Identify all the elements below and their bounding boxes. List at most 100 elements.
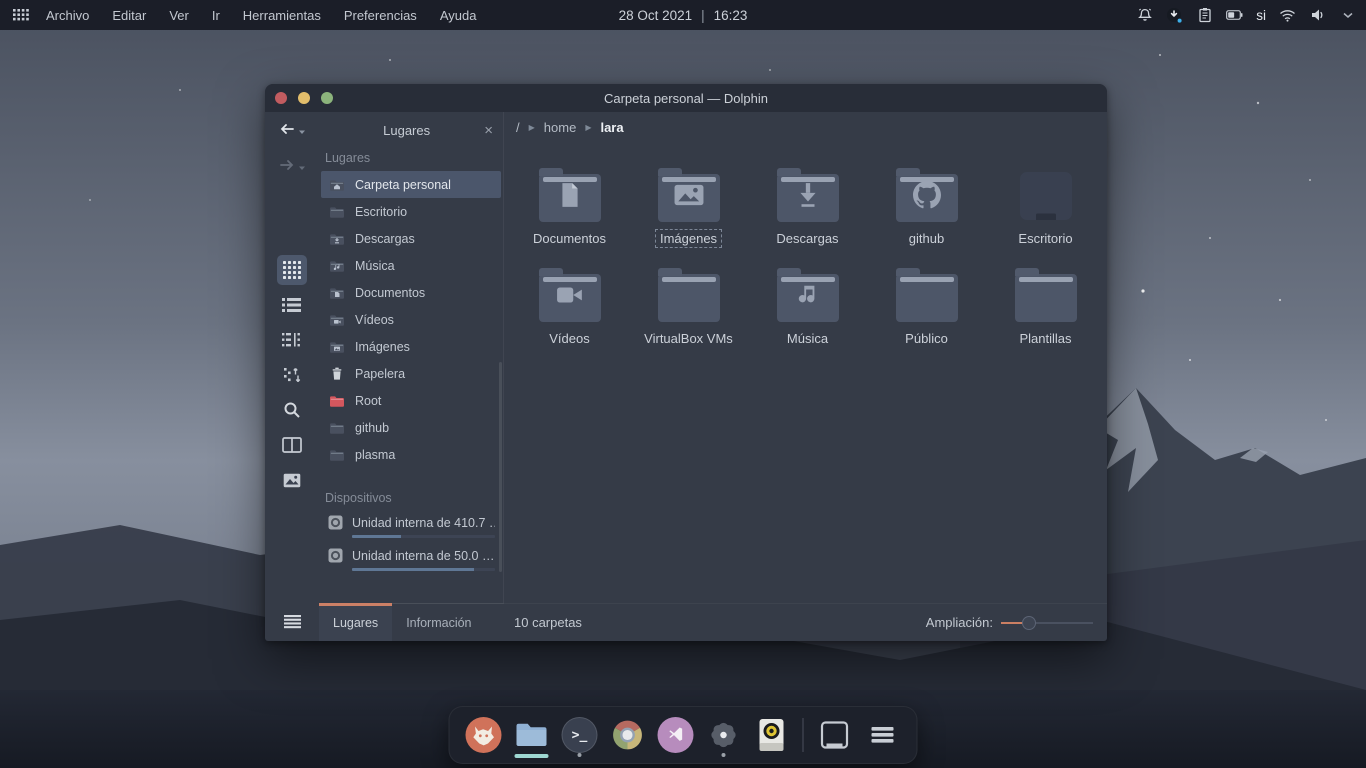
folder-descargas[interactable]: Descargas: [748, 160, 867, 260]
place-escritorio[interactable]: Escritorio: [321, 198, 501, 225]
places-panel-close-icon[interactable]: ×: [484, 123, 493, 138]
image-glyph-icon: [674, 184, 704, 206]
keyboard-layout-indicator[interactable]: si: [1256, 8, 1266, 23]
folder-musica[interactable]: Música: [748, 260, 867, 360]
system-tray: si: [1136, 7, 1356, 24]
zoom-slider-knob[interactable]: [1022, 616, 1036, 630]
sidebar-scrollbar[interactable]: [499, 362, 502, 572]
preview-button[interactable]: [277, 465, 307, 495]
place-musica[interactable]: Música: [321, 252, 501, 279]
device-internal-drive-2[interactable]: Unidad interna de 50.0 …: [319, 544, 503, 577]
place-imagenes[interactable]: Imágenes: [321, 333, 501, 360]
folder-label: Público: [900, 329, 953, 348]
search-button[interactable]: [277, 395, 307, 425]
place-carpeta-personal[interactable]: Carpeta personal: [321, 171, 501, 198]
tray-expander-chevron-icon[interactable]: [1339, 7, 1356, 24]
folder-icon: [329, 204, 345, 220]
drive-usage-bar: [352, 535, 495, 538]
view-mode-buttons: [277, 255, 307, 495]
places-panel-header: Lugares ×: [319, 118, 503, 142]
dock-code-editor[interactable]: [656, 712, 696, 758]
maximize-window-button[interactable]: [321, 92, 333, 104]
place-videos[interactable]: Vídeos: [321, 306, 501, 333]
running-indicator: [722, 753, 726, 757]
device-internal-drive-1[interactable]: Unidad interna de 410.7 …: [319, 511, 503, 544]
place-documentos[interactable]: Documentos: [321, 279, 501, 306]
places-section-label: Lugares: [319, 142, 503, 171]
menu-ver[interactable]: Ver: [167, 6, 191, 25]
dock-file-manager[interactable]: [512, 712, 552, 758]
clock[interactable]: 28 Oct 2021 | 16:23: [619, 0, 748, 30]
place-descargas[interactable]: Descargas: [321, 225, 501, 252]
dock-separator: [803, 718, 804, 752]
folder-github[interactable]: github: [867, 160, 986, 260]
zoom-slider[interactable]: [1001, 616, 1093, 630]
clock-date: 28 Oct 2021: [619, 8, 693, 23]
app-launcher-icon[interactable]: [10, 6, 32, 24]
place-root[interactable]: Root: [321, 387, 501, 414]
menu-preferencias[interactable]: Preferencias: [342, 6, 419, 25]
notifications-bell-icon[interactable]: [1136, 7, 1153, 24]
folder-videos[interactable]: Vídeos: [510, 260, 629, 360]
place-github[interactable]: github: [321, 414, 501, 441]
terminal-icon: >_: [562, 717, 598, 753]
folder-virtualbox-vms[interactable]: VirtualBox VMs: [629, 260, 748, 360]
place-papelera[interactable]: Papelera: [321, 360, 501, 387]
dock-firefox[interactable]: [464, 712, 504, 758]
close-window-button[interactable]: [275, 92, 287, 104]
statusbar: Lugares Información 10 carpetas Ampliaci…: [265, 603, 1107, 641]
folder-escritorio[interactable]: Escritorio: [986, 160, 1105, 260]
sort-button[interactable]: [277, 360, 307, 390]
menu-herramientas[interactable]: Herramientas: [241, 6, 323, 25]
clipboard-icon[interactable]: [1196, 7, 1213, 24]
compact-view-button[interactable]: [277, 325, 307, 355]
folder-plantillas[interactable]: Plantillas: [986, 260, 1105, 360]
place-label: Documentos: [355, 286, 425, 300]
panel-menu-button[interactable]: [265, 603, 319, 641]
back-button[interactable]: [279, 123, 306, 139]
folder-image-icon: [329, 339, 345, 355]
dock-app-menu[interactable]: [863, 712, 903, 758]
speaker-icon: [754, 717, 790, 753]
place-plasma[interactable]: plasma: [321, 441, 501, 468]
menu-ir[interactable]: Ir: [210, 6, 222, 25]
zoom-label: Ampliación:: [926, 615, 993, 630]
menu-ayuda[interactable]: Ayuda: [438, 6, 479, 25]
breadcrumb-current[interactable]: lara: [600, 120, 623, 135]
music-glyph-icon: [796, 282, 820, 308]
breadcrumb-root[interactable]: /: [516, 120, 520, 135]
dock-chromium[interactable]: [608, 712, 648, 758]
tab-lugares[interactable]: Lugares: [319, 604, 392, 641]
dock-multimedia[interactable]: [752, 712, 792, 758]
folder-documentos[interactable]: Documentos: [510, 160, 629, 260]
forward-button[interactable]: [279, 159, 306, 175]
window-title: Carpeta personal — Dolphin: [604, 91, 768, 106]
split-view-button[interactable]: [277, 430, 307, 460]
running-indicator: [578, 753, 582, 757]
updates-icon[interactable]: [1166, 7, 1183, 24]
dock-terminal[interactable]: >_: [560, 712, 600, 758]
minimize-window-button[interactable]: [298, 92, 310, 104]
list-view-button[interactable]: [277, 290, 307, 320]
status-text: 10 carpetas: [514, 615, 582, 630]
firefox-icon: [466, 717, 502, 753]
dock-show-desktop[interactable]: [815, 712, 855, 758]
global-menu-bar: Archivo Editar Ver Ir Herramientas Prefe…: [0, 0, 1366, 30]
folder-imagenes[interactable]: Imágenes: [629, 160, 748, 260]
menu-archivo[interactable]: Archivo: [44, 6, 91, 25]
titlebar[interactable]: Carpeta personal — Dolphin: [265, 84, 1107, 112]
folder-publico[interactable]: Público: [867, 260, 986, 360]
system-settings-icon: [706, 717, 742, 753]
icons-view-button[interactable]: [277, 255, 307, 285]
wifi-icon[interactable]: [1279, 7, 1296, 24]
volume-icon[interactable]: [1309, 7, 1326, 24]
dock-system-settings[interactable]: [704, 712, 744, 758]
battery-icon[interactable]: [1226, 7, 1243, 24]
breadcrumb-separator-icon: ▶: [585, 123, 591, 132]
menu-editar[interactable]: Editar: [110, 6, 148, 25]
panel-tabs: Lugares Información: [319, 603, 504, 641]
forward-history-caret-icon: [298, 158, 306, 176]
folder-label: github: [904, 229, 949, 248]
breadcrumb-home[interactable]: home: [544, 120, 577, 135]
tab-informacion[interactable]: Información: [392, 604, 485, 641]
